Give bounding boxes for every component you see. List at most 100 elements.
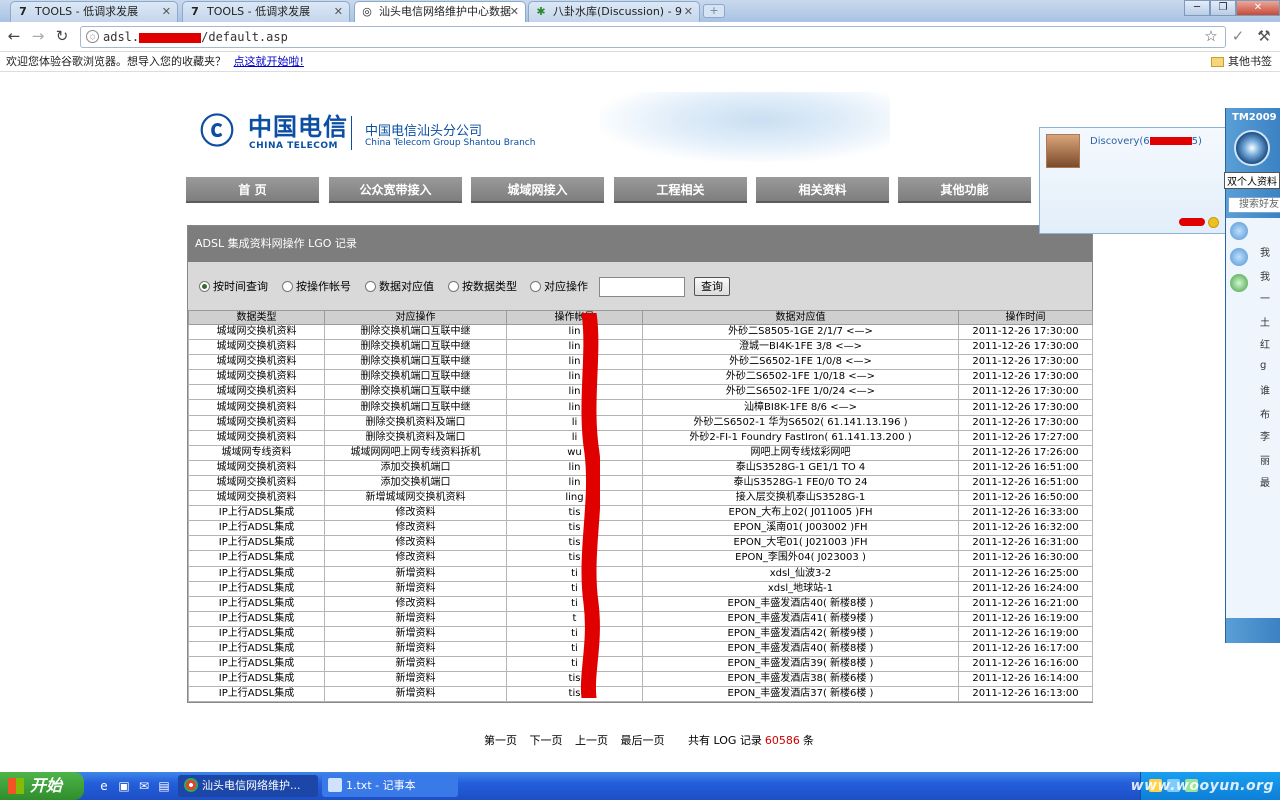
task-label: 汕头电信网络维护... [202,779,301,792]
add-icon[interactable] [1230,274,1248,292]
desktop-icon[interactable]: ▣ [116,778,132,794]
browser-tab-discussion[interactable]: ✱ 八卦水库(Discussion) - 9 ✕ [528,1,700,22]
prev-page-link[interactable]: 上一页 [575,734,608,747]
data-type-cell: 城域网交换机资料 [188,384,325,401]
chat-notification-popup[interactable]: Discovery(6 5) [1039,127,1226,234]
quicklaunch-icon[interactable]: ▤ [156,778,172,794]
value-cell: 外砂2-FI-1 Foundry FastIron( 61.141.13.200… [642,429,959,446]
nav-engineering[interactable]: 工程相关 [614,177,747,203]
nav-documents[interactable]: 相关资料 [756,177,889,203]
page-info-icon[interactable]: ◌ [86,30,99,43]
operation-cell: 删除交换机端口互联中继 [324,354,507,371]
operation-cell: 新增资料 [324,580,507,597]
close-window-button[interactable]: ✕ [1236,0,1280,16]
filter-by-type[interactable]: 按数据类型 [448,280,517,294]
nav-public-broadband[interactable]: 公众宽带接入 [329,177,462,203]
operation-cell: 新增资料 [324,686,507,703]
contact-redaction [1149,137,1192,145]
browser-tab-tools-2[interactable]: 7 TOOLS - 低调求发展 ✕ [182,1,350,22]
start-button[interactable]: 开始 [0,772,84,800]
reload-icon[interactable]: ↻ [52,26,72,46]
tab-label: TOOLS - 低调求发展 [207,5,311,18]
contact-name[interactable]: Discovery(6 5) [1090,136,1202,147]
contact-group[interactable]: 一 [1260,290,1270,305]
table-row: IP上行ADSL集成 新增资料 ti EPON_丰盛发酒店39( 新楼8楼 ) 2011… [188,656,1093,673]
time-cell: 2011-12-26 16:21:00 [958,595,1093,612]
contact-group[interactable]: 李 [1260,428,1270,443]
browser-tab-shantou-telecom[interactable]: ◎ 汕头电信网络维护中心数据 ✕ [354,1,526,22]
table-row: 城域网交换机资料 删除交换机资料及端口 li 外砂2-FI-1 Foundry Fas… [188,429,1093,446]
data-type-cell: IP上行ADSL集成 [188,580,325,597]
contact-group[interactable]: 丽 [1260,452,1270,467]
close-tab-icon[interactable]: ✕ [334,2,343,22]
contact-name-suffix: 5) [1191,136,1202,147]
close-tab-icon[interactable]: ✕ [162,2,171,22]
filter-by-operation[interactable]: 对应操作 [530,280,588,294]
time-cell: 2011-12-26 16:25:00 [958,565,1093,582]
filter-by-time[interactable]: 按时间查询 [199,280,268,294]
contacts-icon[interactable] [1230,222,1248,240]
branch-cn: 中国电信汕头分公司 [365,124,483,139]
time-cell: 2011-12-26 16:13:00 [958,686,1093,703]
ie-icon[interactable]: e [96,778,112,794]
table-row: 城域网交换机资料 删除交换机端口互联中继 lin 澄城一BI4K-1FE 3/8 <—… [188,339,1093,356]
task-notepad[interactable]: 1.txt - 记事本 [322,775,458,797]
contact-group[interactable]: 土 [1260,314,1270,329]
close-tab-icon[interactable]: ✕ [684,2,693,22]
first-page-link[interactable]: 第一页 [484,734,517,747]
next-page-link[interactable]: 下一页 [530,734,563,747]
account-cell: lin [506,354,643,371]
contact-group[interactable]: 布 [1260,406,1270,421]
nav-other[interactable]: 其他功能 [898,177,1031,203]
minimize-button[interactable]: ─ [1184,0,1210,16]
wrench-icon[interactable]: ⚒ [1254,26,1274,46]
avatar [1046,134,1080,168]
data-type-cell: IP上行ADSL集成 [188,686,325,703]
table-row: 城域网专线资料 城域网网吧上网专线资料拆机 wu 网吧上网专线炫彩网吧 2011-12-… [188,444,1093,461]
contact-group[interactable]: 最 [1260,474,1270,489]
filter-by-account[interactable]: 按操作帐号 [282,280,351,294]
mail-icon[interactable]: ✉ [136,778,152,794]
back-arrow-icon[interactable]: ← [4,26,24,46]
contact-group[interactable]: 我 [1260,244,1270,259]
new-tab-button[interactable]: + [703,4,725,18]
table-row: 城域网交换机资料 删除交换机端口互联中继 lin 外砂二S6502-1FE 1/0/1… [188,369,1093,386]
restore-button[interactable]: ❐ [1210,0,1236,16]
bookmark-star-icon[interactable]: ☆ [1201,26,1221,46]
nav-metro-access[interactable]: 城域网接入 [471,177,604,203]
contact-group[interactable]: 谁 [1260,382,1270,397]
data-type-cell: 城域网专线资料 [188,444,325,461]
tab-label: 汕头电信网络维护中心数据 [379,5,511,18]
address-bar[interactable]: ◌ adsl. /default.asp [80,26,1226,48]
chat-icon[interactable] [1230,248,1248,266]
forward-arrow-icon[interactable]: → [28,26,48,46]
contact-group[interactable]: 红 [1260,336,1270,351]
value-cell: 外砂二S6502-1 华为S6502( 61.141.13.196 ) [642,414,959,431]
friend-search-input[interactable]: 搜索好友 [1228,197,1280,213]
operation-cell: 修改资料 [324,595,507,612]
last-page-link[interactable]: 最后一页 [621,734,665,747]
data-type-cell: IP上行ADSL集成 [188,595,325,612]
data-type-cell: IP上行ADSL集成 [188,656,325,673]
other-bookmarks-label: 其他书签 [1228,55,1272,68]
search-button[interactable]: 查询 [694,277,730,296]
pagination: 第一页 下一页 上一页 最后一页 共有 LOG 记录 60586 条 [484,732,814,748]
browser-tab-tools-1[interactable]: 7 TOOLS - 低调求发展 ✕ [10,1,178,22]
data-type-cell: IP上行ADSL集成 [188,625,325,642]
search-input[interactable] [599,277,685,297]
contact-group[interactable]: 我 [1260,268,1270,283]
nav-home[interactable]: 首 页 [186,177,319,203]
close-tab-icon[interactable]: ✕ [510,2,519,22]
user-avatar-icon[interactable] [1234,130,1270,166]
log-table-body: 城域网交换机资料 删除交换机端口互联中继 lin 外砂二S8505-1GE 2/1/7… [188,323,1093,703]
radio-icon [448,281,459,292]
filter-by-value[interactable]: 数据对应值 [365,280,434,294]
checkmark-icon[interactable]: ✓ [1228,26,1248,46]
other-bookmarks-button[interactable]: 其他书签 [1211,52,1272,71]
contact-group[interactable]: g [1260,360,1266,371]
table-row: IP上行ADSL集成 新增资料 ti EPON_丰盛发酒店40( 新楼8楼 ) 2011… [188,640,1093,658]
value-cell: EPON_丰盛发酒店38( 新楼6楼 ) [642,671,959,688]
time-cell: 2011-12-26 16:50:00 [958,490,1093,507]
infobar-start-link[interactable]: 点这就开始啦! [234,55,304,68]
task-browser[interactable]: 汕头电信网络维护... [178,775,318,797]
